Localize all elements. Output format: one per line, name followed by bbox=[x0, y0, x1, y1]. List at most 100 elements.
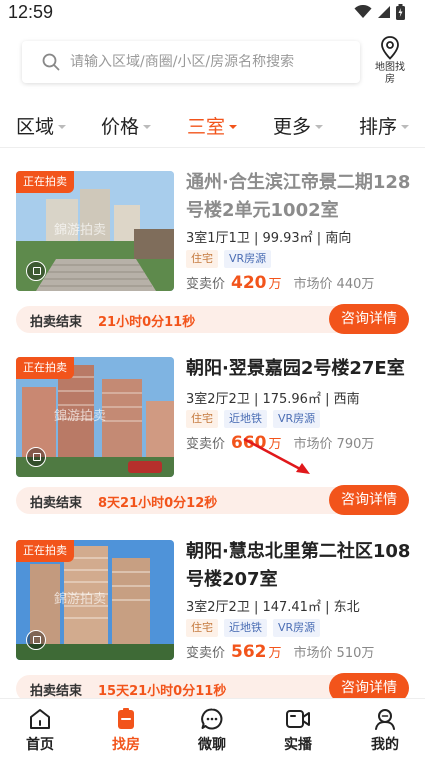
countdown-time: 15天21小时0分11秒 bbox=[98, 684, 227, 699]
price-line: 变卖价 420 万 市场价 440万 bbox=[186, 273, 374, 293]
price-unit: 万 bbox=[268, 277, 282, 292]
tag: 住宅 bbox=[186, 250, 218, 268]
tab-label: 微聊 bbox=[198, 737, 226, 753]
tag: VR房源 bbox=[273, 410, 321, 428]
search-input[interactable] bbox=[70, 54, 360, 70]
filter-label: 排序 bbox=[359, 116, 398, 138]
listing-photo: 正在拍卖 錦游拍卖 bbox=[16, 171, 174, 291]
price-label: 变卖价 bbox=[186, 437, 226, 452]
tag: VR房源 bbox=[273, 619, 321, 637]
auction-live-badge: 正在拍卖 bbox=[16, 540, 74, 562]
chevron-down-icon bbox=[315, 124, 324, 129]
tab-home[interactable]: 首页 bbox=[10, 707, 70, 754]
status-time: 12:59 bbox=[8, 2, 54, 22]
tab-label: 实播 bbox=[284, 737, 312, 753]
filter-rooms[interactable]: 三室 bbox=[187, 112, 238, 139]
live-video-icon bbox=[286, 710, 310, 728]
vr-icon[interactable] bbox=[26, 630, 46, 650]
auction-live-badge: 正在拍卖 bbox=[16, 357, 74, 379]
tab-label: 找房 bbox=[112, 737, 140, 753]
tab-live[interactable]: 实播 bbox=[268, 707, 328, 754]
filter-label: 更多 bbox=[273, 116, 312, 138]
signal-icon bbox=[378, 6, 390, 18]
listing-title: 朝阳·慧忠北里第二社区108号楼207室 bbox=[186, 541, 411, 590]
home-icon bbox=[30, 709, 50, 729]
price-label: 变卖价 bbox=[186, 277, 226, 292]
battery-icon bbox=[396, 4, 405, 20]
filter-label: 三室 bbox=[187, 116, 226, 138]
status-bar: 12:59 bbox=[0, 0, 425, 26]
search-row: 地图找房 bbox=[0, 30, 425, 100]
filter-bar: 区域 价格 三室 更多 排序 bbox=[0, 104, 425, 148]
chevron-down-icon bbox=[58, 124, 67, 129]
market-label: 市场价 bbox=[293, 646, 333, 661]
search-box[interactable] bbox=[22, 41, 360, 83]
listing-tags: 住宅 VR房源 bbox=[186, 250, 272, 268]
tag: 近地铁 bbox=[224, 619, 267, 637]
tag: 住宅 bbox=[186, 410, 218, 428]
listing-card[interactable]: 正在拍卖 錦游拍卖 通州·合生滨江帝景二期128号楼2单元1002室 3室1厅1… bbox=[0, 171, 425, 357]
chevron-down-icon bbox=[229, 124, 238, 129]
countdown-time: 8天21小时0分12秒 bbox=[98, 496, 218, 511]
vr-icon[interactable] bbox=[26, 261, 46, 281]
countdown-label: 拍卖结束 bbox=[30, 315, 83, 330]
auction-price: 562 bbox=[231, 642, 267, 662]
countdown-time: 21小时0分11秒 bbox=[98, 315, 196, 330]
listing-photo: 正在拍卖 錦游拍卖 bbox=[16, 357, 174, 477]
countdown-bar: 拍卖结束 8天21小时0分12秒 咨询详情 bbox=[16, 485, 409, 515]
price-line: 变卖价 562 万 市场价 510万 bbox=[186, 642, 374, 662]
market-price: 510万 bbox=[336, 646, 375, 661]
auction-live-badge: 正在拍卖 bbox=[16, 171, 74, 193]
search-icon bbox=[42, 53, 60, 71]
tab-chat[interactable]: 微聊 bbox=[182, 707, 242, 754]
chevron-down-icon bbox=[401, 124, 410, 129]
filter-district[interactable]: 区域 bbox=[16, 112, 67, 139]
price-unit: 万 bbox=[268, 646, 282, 661]
filter-label: 区域 bbox=[16, 116, 55, 138]
listing-spec: 3室2厅2卫 | 175.96㎡ | 西南 bbox=[186, 392, 360, 407]
annotation-arrow bbox=[243, 437, 310, 474]
filter-price[interactable]: 价格 bbox=[101, 112, 152, 139]
listing-title: 朝阳·翌景嘉园2号楼27E室 bbox=[186, 358, 405, 379]
countdown-label: 拍卖结束 bbox=[30, 496, 83, 511]
filter-sort[interactable]: 排序 bbox=[359, 112, 410, 139]
watermark: 錦游拍卖 bbox=[54, 223, 107, 238]
listing-spec: 3室1厅1卫 | 99.93㎡ | 南向 bbox=[186, 231, 352, 246]
market-price: 440万 bbox=[336, 277, 375, 292]
tag: 近地铁 bbox=[224, 410, 267, 428]
map-search-button[interactable]: 地图找房 bbox=[372, 36, 408, 86]
tab-profile[interactable]: 我的 bbox=[355, 707, 415, 754]
consult-button[interactable]: 咨询详情 bbox=[329, 304, 409, 334]
map-pin-icon bbox=[381, 36, 399, 60]
bottom-tab-bar: 首页 找房 微聊 实播 我的 bbox=[0, 698, 425, 759]
filter-label: 价格 bbox=[101, 116, 140, 138]
listing-title: 通州·合生滨江帝景二期128号楼2单元1002室 bbox=[186, 172, 411, 221]
watermark: 錦游拍卖 bbox=[54, 409, 107, 424]
auction-price: 420 bbox=[231, 273, 267, 293]
tag: VR房源 bbox=[224, 250, 272, 268]
countdown-bar: 拍卖结束 21小时0分11秒 咨询详情 bbox=[16, 304, 409, 334]
tab-find-house[interactable]: 找房 bbox=[96, 707, 156, 754]
listing-photo: 正在拍卖 錦游拍卖 bbox=[16, 540, 174, 660]
filter-more[interactable]: 更多 bbox=[273, 112, 324, 139]
tag: 住宅 bbox=[186, 619, 218, 637]
market-label: 市场价 bbox=[293, 277, 333, 292]
listing-tags: 住宅 近地铁 VR房源 bbox=[186, 410, 321, 428]
status-icons bbox=[354, 4, 405, 20]
market-price: 790万 bbox=[336, 437, 375, 452]
vr-icon[interactable] bbox=[26, 447, 46, 467]
countdown-label: 拍卖结束 bbox=[30, 684, 83, 699]
chevron-down-icon bbox=[143, 124, 152, 129]
map-search-label: 地图找房 bbox=[375, 62, 405, 85]
tab-label: 首页 bbox=[26, 737, 54, 753]
chat-icon bbox=[201, 708, 223, 730]
listing-card[interactable]: 正在拍卖 錦游拍卖 朝阳·翌景嘉园2号楼27E室 3室2厅2卫 | 175.96… bbox=[0, 357, 425, 543]
wifi-icon bbox=[354, 5, 372, 18]
listing-spec: 3室2厅2卫 | 147.41㎡ | 东北 bbox=[186, 600, 360, 615]
consult-button[interactable]: 咨询详情 bbox=[329, 485, 409, 515]
watermark: 錦游拍卖 bbox=[54, 592, 107, 607]
profile-icon bbox=[375, 709, 395, 730]
listing-tags: 住宅 近地铁 VR房源 bbox=[186, 619, 321, 637]
tab-label: 我的 bbox=[371, 737, 399, 753]
price-label: 变卖价 bbox=[186, 646, 226, 661]
